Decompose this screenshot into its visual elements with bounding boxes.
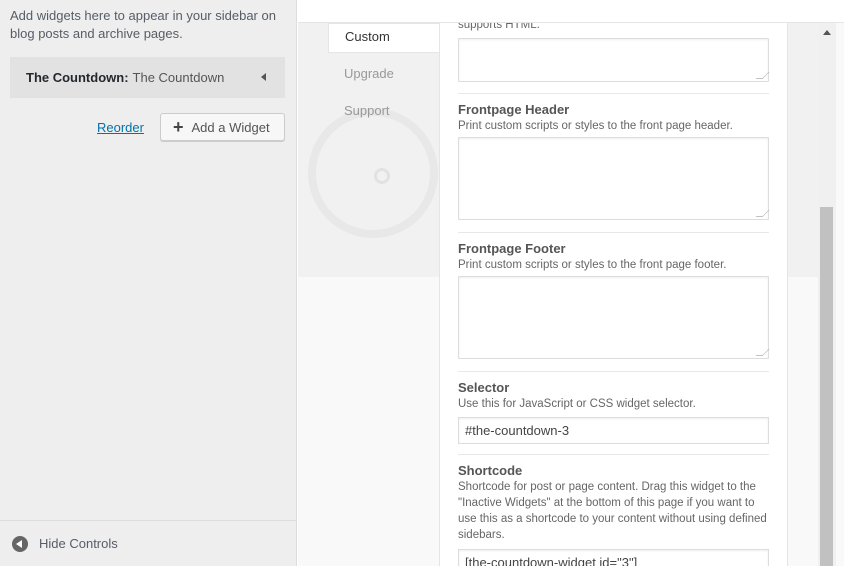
field-label: Frontpage Footer [458,241,566,256]
preview-topbar [298,0,844,23]
tab-support[interactable]: Support [328,97,439,134]
field-help: Print custom scripts or styles to the fr… [458,120,733,132]
shortcode-input[interactable]: [the-countdown-widget id="3"] [458,549,769,566]
add-widget-button[interactable]: + Add a Widget [160,113,285,141]
field-help: Use this for JavaScript or CSS widget se… [458,398,696,410]
caret-left-icon[interactable] [261,73,266,81]
add-widget-label: Add a Widget [191,119,270,135]
widget-subtitle: The Countdown [132,70,225,85]
field-shortcode: Shortcode Shortcode for post or page con… [458,462,769,566]
hide-controls-label: Hide Controls [39,536,118,551]
sidebar-description: Add widgets here to appear in your sideb… [10,8,276,41]
resize-grip-icon[interactable] [755,210,770,217]
field-frontpage-footer: Frontpage Footer Print custom scripts or… [458,240,770,359]
selector-input[interactable]: #the-countdown-3 [458,417,769,444]
reorder-link[interactable]: Reorder [97,120,144,135]
vertical-scrollbar[interactable] [818,23,836,566]
field-help: Shortcode for post or page content. Drag… [458,481,767,541]
hide-controls-button[interactable]: Hide Controls [0,520,297,566]
settings-panel: supports HTML. Frontpage Header Print cu… [439,23,788,566]
field-custom-html: supports HTML. [458,23,770,82]
field-help: Print custom scripts or styles to the fr… [458,259,727,271]
widget-item-the-countdown[interactable]: The Countdown: The Countdown [10,57,285,98]
divider [458,454,769,455]
divider [458,371,769,372]
field-label: Shortcode [458,463,523,478]
field-selector: Selector Use this for JavaScript or CSS … [458,379,769,444]
resize-grip-icon[interactable] [755,72,770,79]
divider [458,93,769,94]
widget-title: The Countdown: [26,70,129,85]
scrollbar-thumb[interactable] [820,207,833,566]
frontpage-header-textarea[interactable] [458,137,770,220]
plus-icon: + [173,117,184,137]
field-label: Frontpage Header [458,102,570,117]
frontpage-footer-textarea[interactable] [458,276,770,359]
tab-upgrade[interactable]: Upgrade [328,60,439,97]
divider [458,232,769,233]
collapse-arrow-icon [12,535,28,552]
customizer-sidebar: Add widgets here to appear in your sideb… [0,0,297,566]
scroll-up-arrow-icon[interactable] [823,30,831,35]
custom-html-textarea[interactable] [458,38,770,82]
field-help: supports HTML. [458,23,540,31]
widget-settings-tabs: Custom Upgrade Support [328,23,439,134]
tab-custom[interactable]: Custom [328,23,439,53]
field-frontpage-header: Frontpage Header Print custom scripts or… [458,101,770,220]
field-label: Selector [458,380,510,395]
resize-grip-icon[interactable] [755,349,770,356]
